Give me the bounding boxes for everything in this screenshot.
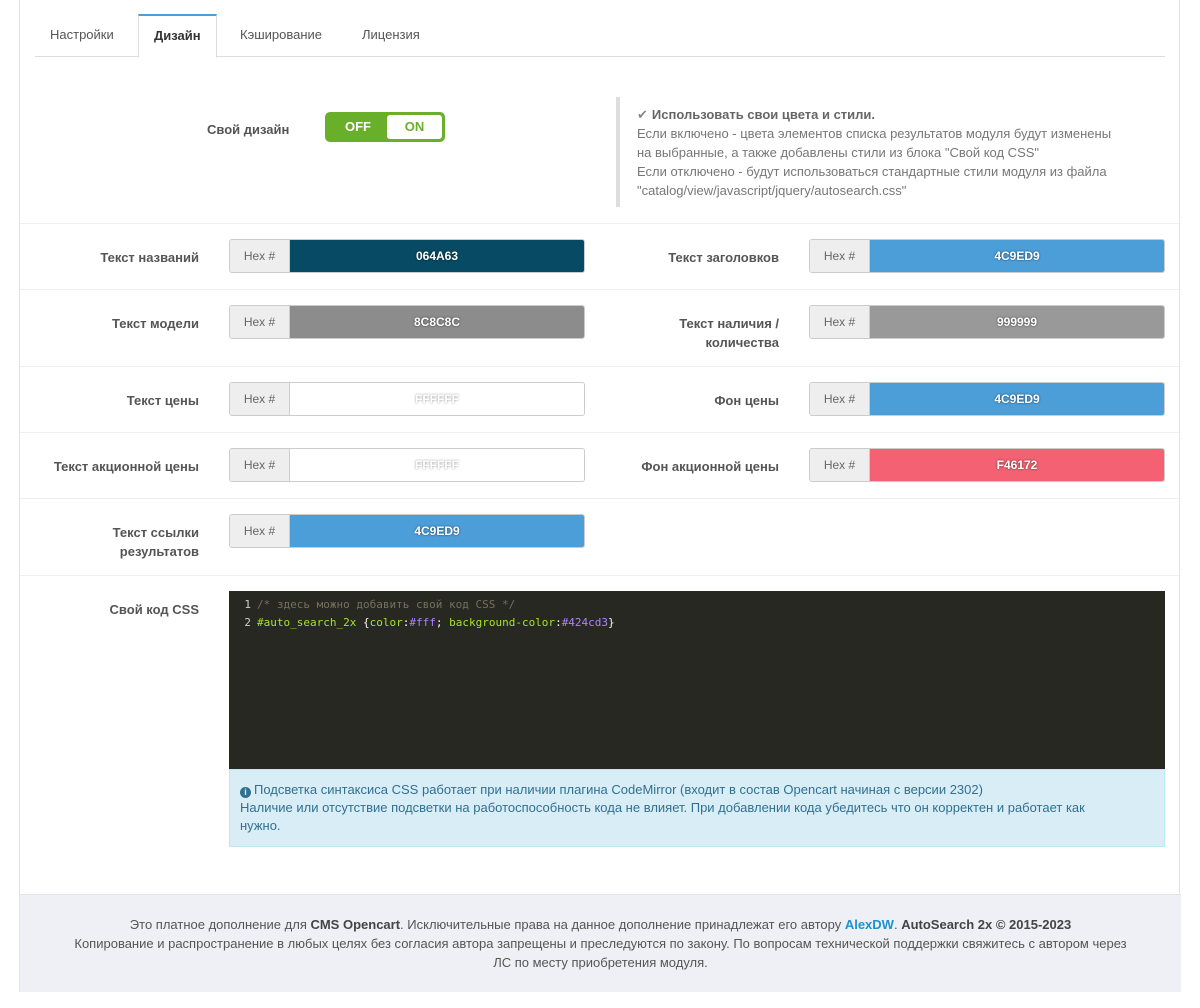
code-property: color — [369, 616, 403, 629]
code-line: 2 #auto_search_2x {color: #fff; backgroun… — [229, 614, 1165, 632]
footer-line: Это платное дополнение для CMS Opencart.… — [20, 915, 1181, 934]
footer-text: Это платное дополнение для — [129, 917, 311, 932]
divider — [20, 498, 1181, 499]
special-price-bg-label: Фон акционной цены — [641, 459, 779, 474]
link-text-label: Текст ссылки результатов — [20, 523, 199, 561]
footer-product: AutoSearch 2x © 2015-2023 — [901, 917, 1072, 932]
model-text-color-input[interactable]: Hex # 8C8C8C — [229, 305, 585, 339]
code-comment: /* здесь можно добавить свой код CSS */ — [257, 598, 516, 611]
info-line: Наличие или отсутствие подсветки на рабо… — [240, 800, 1085, 815]
help-line: на выбранные, а также добавлены стили из… — [637, 145, 1040, 160]
footer-line: ЛС по месту приобретения модуля. — [493, 955, 708, 970]
code-separator: ; — [435, 616, 450, 629]
special-price-bg-color-value[interactable]: F46172 — [870, 449, 1164, 481]
stock-text-color-input[interactable]: Hex # 999999 — [809, 305, 1165, 339]
info-line: нужно. — [240, 818, 281, 833]
stock-text-color-value[interactable]: 999999 — [870, 306, 1164, 338]
code-value: #424cd3 — [561, 616, 609, 629]
code-text: #auto_search_2x {color: #fff; background-… — [257, 614, 615, 632]
info-line: Подсветка синтаксиса CSS работает при на… — [254, 782, 983, 797]
price-text-color-value[interactable]: FFFFFF — [290, 383, 584, 415]
hex-addon: Hex # — [810, 306, 870, 338]
divider — [20, 575, 1181, 576]
names-text-color-value[interactable]: 064A63 — [290, 240, 584, 272]
link-text-label-line: Текст ссылки — [112, 525, 199, 540]
headers-text-color-input[interactable]: Hex # 4C9ED9 — [809, 239, 1165, 273]
check-icon: ✔ — [637, 107, 648, 122]
codemirror-info-alert: i Подсветка синтаксиса CSS работает при н… — [229, 769, 1165, 847]
toggle-on-label: ON — [387, 115, 442, 139]
special-price-text-label: Текст акционной цены — [53, 459, 199, 474]
price-bg-color-input[interactable]: Hex # 4C9ED9 — [809, 382, 1165, 416]
own-design-help: ✔ Использовать свои цвета и стили. Если в… — [616, 97, 1141, 207]
code-property: background-color — [449, 616, 556, 629]
code-brace: { — [356, 616, 370, 629]
headers-text-color-value[interactable]: 4C9ED9 — [870, 240, 1164, 272]
model-text-label: Текст модели — [111, 316, 199, 331]
link-text-color-value[interactable]: 4C9ED9 — [290, 515, 584, 547]
module-panel: Настройки Дизайн Кэширование Лицензия Св… — [19, 0, 1181, 992]
stock-text-label-line: количества — [705, 335, 779, 350]
price-bg-color-value[interactable]: 4C9ED9 — [870, 383, 1164, 415]
code-brace: } — [608, 616, 615, 629]
special-price-bg-color-input[interactable]: Hex # F46172 — [809, 448, 1165, 482]
footer-text: . Исключительные права на данное дополне… — [400, 917, 845, 932]
price-text-color-input[interactable]: Hex # FFFFFF — [229, 382, 585, 416]
special-price-text-color-value[interactable]: FFFFFF — [290, 449, 584, 481]
price-bg-label: Фон цены — [714, 393, 779, 408]
link-text-color-input[interactable]: Hex # 4C9ED9 — [229, 514, 585, 548]
help-line: Если отключено - будут использоваться ст… — [637, 164, 1107, 179]
author-link[interactable]: AlexDW — [845, 917, 894, 932]
help-line: Если включено - цвета элементов списка р… — [637, 126, 1112, 141]
divider — [20, 223, 1181, 224]
code-colon: : — [555, 616, 562, 629]
code-line: 1 /* здесь можно добавить свой код CSS *… — [229, 596, 1165, 614]
names-text-label: Текст названий — [100, 250, 199, 265]
tab-design[interactable]: Дизайн — [138, 14, 217, 58]
tab-settings[interactable]: Настройки — [35, 14, 129, 57]
names-text-color-input[interactable]: Hex # 064A63 — [229, 239, 585, 273]
model-text-color-value[interactable]: 8C8C8C — [290, 306, 584, 338]
code-value: #fff — [409, 616, 436, 629]
headers-text-label: Текст заголовков — [668, 250, 779, 265]
hex-addon: Hex # — [810, 449, 870, 481]
hex-addon: Hex # — [230, 240, 290, 272]
hex-addon: Hex # — [230, 449, 290, 481]
help-title: Использовать свои цвета и стили. — [651, 107, 876, 122]
help-line: "catalog/view/javascript/jquery/autosear… — [637, 183, 907, 198]
info-icon: i — [240, 787, 251, 798]
stock-text-label: Текст наличия / количества — [600, 314, 779, 352]
own-design-toggle[interactable]: OFF ON — [325, 112, 445, 142]
divider — [20, 366, 1181, 367]
footer-line: Копирование и распространение в любых це… — [74, 936, 1127, 951]
divider — [20, 432, 1181, 433]
hex-addon: Hex # — [810, 383, 870, 415]
tab-bar: Настройки Дизайн Кэширование Лицензия — [35, 14, 1165, 58]
line-number: 1 — [244, 598, 251, 611]
hex-addon: Hex # — [230, 306, 290, 338]
tab-license[interactable]: Лицензия — [347, 14, 435, 57]
link-text-label-line: результатов — [119, 544, 199, 559]
line-number: 2 — [244, 616, 251, 629]
custom-css-label: Свой код CSS — [109, 602, 199, 617]
tab-caching[interactable]: Кэширование — [225, 14, 337, 57]
hex-addon: Hex # — [810, 240, 870, 272]
footer-cms: CMS Opencart — [310, 917, 401, 932]
special-price-text-color-input[interactable]: Hex # FFFFFF — [229, 448, 585, 482]
hex-addon: Hex # — [230, 515, 290, 547]
css-code-editor[interactable]: 1 /* здесь можно добавить свой код CSS *… — [229, 591, 1165, 769]
toggle-off-label: OFF — [345, 119, 371, 134]
code-selector: #auto_search_2x — [257, 616, 357, 629]
price-text-label: Текст цены — [126, 393, 199, 408]
hex-addon: Hex # — [230, 383, 290, 415]
stock-text-label-line: Текст наличия / — [679, 316, 779, 331]
divider — [20, 289, 1181, 290]
footer: Это платное дополнение для CMS Opencart.… — [20, 894, 1181, 992]
own-design-label: Свой дизайн — [207, 122, 290, 137]
